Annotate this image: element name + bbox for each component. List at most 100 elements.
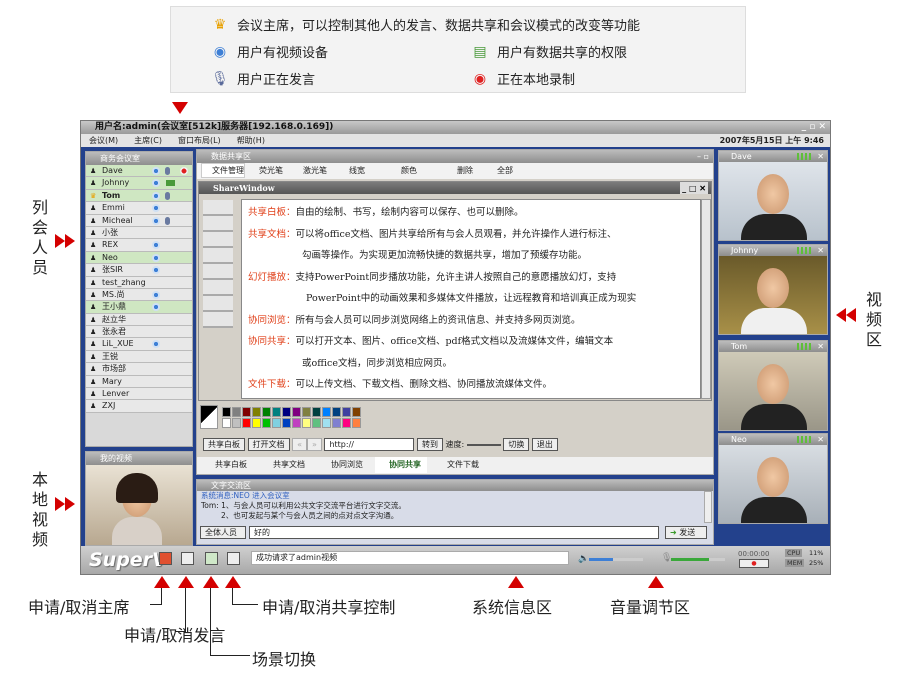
prev-button[interactable]: «	[292, 438, 307, 451]
participant-row[interactable]: ♟ test_zhang	[86, 276, 192, 289]
tab-3[interactable]: 协同共享	[375, 457, 427, 473]
speed-slider[interactable]	[466, 443, 501, 446]
color-swatch[interactable]	[222, 407, 231, 417]
close-icon[interactable]: ✕	[817, 151, 824, 162]
close-icon[interactable]: ✕	[817, 245, 824, 256]
annotation-participants: 列会人员	[32, 198, 49, 277]
menu-help[interactable]: 帮助(H)	[237, 136, 265, 145]
color-swatch[interactable]	[352, 418, 361, 428]
participant-row[interactable]: ♟ Mary	[86, 375, 192, 389]
participant-row[interactable]: ♟ Johnny	[86, 177, 192, 190]
color-swatch[interactable]	[322, 407, 331, 417]
participant-row[interactable]: ♟ 张SIR	[86, 264, 192, 277]
share-control-button[interactable]	[227, 552, 240, 565]
participant-row[interactable]: ♟ 小张	[86, 226, 192, 240]
send-button[interactable]: ➜ 发送	[665, 526, 707, 539]
participant-row[interactable]: ♟ REX	[86, 239, 192, 252]
color-swatch[interactable]	[282, 418, 291, 428]
chair-button[interactable]	[159, 552, 172, 565]
participant-row[interactable]: ♟ 王小鼎	[86, 301, 192, 314]
share-scrollbar[interactable]	[701, 199, 711, 399]
go-button[interactable]: 转到	[417, 438, 443, 451]
participant-row[interactable]: ♟ ZXJ	[86, 400, 192, 413]
color-swatch[interactable]	[292, 418, 301, 428]
participant-row[interactable]: ♟ Micheal	[86, 214, 192, 227]
participant-row[interactable]: ♟ 市场部	[86, 363, 192, 376]
color-swatch[interactable]	[272, 418, 281, 428]
tab-0[interactable]: 共享白板	[201, 457, 247, 473]
color-swatch[interactable]	[242, 407, 251, 417]
window-controls[interactable]: _ ▫ ✕	[802, 121, 826, 134]
color-swatch[interactable]	[292, 407, 301, 417]
tab-4[interactable]: 文件下载	[433, 457, 479, 473]
menu-layout[interactable]: 窗口布局(L)	[178, 136, 221, 145]
color-swatch[interactable]	[302, 407, 311, 417]
drawing-tools[interactable]	[203, 200, 233, 328]
participant-row[interactable]: ♛ Tom	[86, 189, 192, 203]
participant-row[interactable]: ♟ 赵立华	[86, 313, 192, 327]
scene-switch-button[interactable]	[205, 552, 218, 565]
color-swatch[interactable]	[322, 418, 331, 428]
toolbar-item[interactable]: 荧光笔	[249, 163, 283, 179]
color-swatch[interactable]	[282, 407, 291, 417]
participant-row[interactable]: ♟ Emmi	[86, 202, 192, 215]
url-input[interactable]: http://	[324, 438, 415, 451]
toolbar-item[interactable]: 删除	[447, 163, 473, 179]
next-button[interactable]: »	[307, 438, 322, 451]
color-swatch[interactable]	[352, 407, 361, 417]
toolbar-item[interactable]: 颜色	[391, 163, 417, 179]
color-swatch[interactable]	[332, 418, 341, 428]
color-swatch[interactable]	[272, 407, 281, 417]
color-swatch[interactable]	[232, 407, 241, 417]
signal-icon	[797, 343, 813, 350]
participant-row[interactable]: ♟ Lenver	[86, 388, 192, 401]
close-icon[interactable]: ✕	[817, 434, 824, 445]
color-swatch[interactable]	[252, 418, 261, 428]
record-button[interactable]: ●	[739, 559, 769, 568]
participant-row[interactable]: ♟ LiL_XUE	[86, 338, 192, 351]
toolbar-item[interactable]: 线宽	[339, 163, 365, 179]
participant-row[interactable]: ♟ Dave	[86, 165, 192, 178]
current-color[interactable]	[200, 405, 218, 429]
participant-row[interactable]: ♟ Neo	[86, 251, 192, 265]
open-doc-button[interactable]: 打开文档	[247, 438, 290, 451]
color-swatch[interactable]	[232, 418, 241, 428]
speak-button[interactable]	[181, 552, 194, 565]
toolbar-item[interactable]: 激光笔	[293, 163, 327, 179]
participant-name: Mary	[102, 376, 122, 386]
color-swatch[interactable]	[302, 418, 311, 428]
color-swatch[interactable]	[312, 407, 321, 417]
tab-1[interactable]: 共享文档	[259, 457, 305, 473]
recipient-select[interactable]: 全体人员	[200, 526, 246, 539]
switch-button[interactable]: 切换	[503, 438, 530, 451]
close-icon[interactable]: ✕	[817, 341, 824, 352]
webcam-icon	[152, 290, 160, 299]
exit-button[interactable]: 退出	[531, 438, 558, 451]
menu-meeting[interactable]: 会议(M)	[89, 136, 118, 145]
chat-header: 文字交流区	[197, 480, 713, 491]
color-swatch[interactable]	[342, 407, 351, 417]
participant-row[interactable]: ♟ 王锐	[86, 350, 192, 364]
chat-input[interactable]: 好的	[249, 526, 659, 539]
color-swatch[interactable]	[332, 407, 341, 417]
color-swatch[interactable]	[312, 418, 321, 428]
whiteboard-button[interactable]: 共享白板	[203, 438, 245, 451]
toolbar-item[interactable]: 全部	[487, 163, 513, 179]
speaker-volume-slider[interactable]	[589, 558, 643, 561]
video-header: Johnny ✕	[719, 245, 827, 256]
color-swatch[interactable]	[252, 407, 261, 417]
tab-2[interactable]: 协同浏览	[317, 457, 363, 473]
chat-scrollbar[interactable]	[704, 491, 712, 523]
participant-row[interactable]: ♟ MS.尚	[86, 288, 192, 302]
user-icon: ♟	[90, 402, 97, 411]
color-swatch[interactable]	[262, 407, 271, 417]
color-swatch[interactable]	[262, 418, 271, 428]
color-swatch[interactable]	[342, 418, 351, 428]
color-swatch[interactable]	[222, 418, 231, 428]
color-palette[interactable]	[200, 405, 361, 431]
participant-row[interactable]: ♟ 张永君	[86, 326, 192, 339]
menu-chair[interactable]: 主席(C)	[134, 136, 162, 145]
mic-volume-slider[interactable]	[671, 558, 725, 561]
toolbar-item[interactable]: 文件管理	[201, 163, 245, 178]
color-swatch[interactable]	[242, 418, 251, 428]
